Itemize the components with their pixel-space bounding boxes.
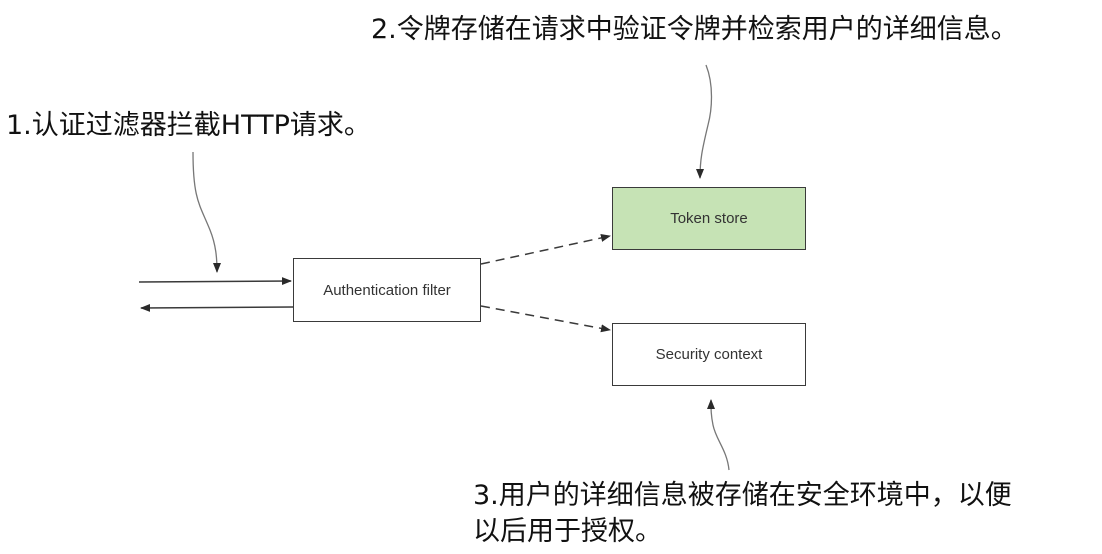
callout-3-pointer [707,399,730,471]
auth-to-token-store-arrow [480,234,611,265]
security-context-node: Security context [612,323,806,386]
callout-step-3-line-2: 以后用于授权。 [473,516,662,547]
token-store-node: Token store [612,187,806,250]
authentication-filter-node: Authentication filter [293,258,481,322]
authentication-filter-label: Authentication filter [323,281,451,299]
callout-2-pointer [696,64,713,179]
callout-step-1: 1.认证过滤器拦截HTTP请求。 [6,110,371,141]
callout-step-2: 2.令牌存储在请求中验证令牌并检索用户的详细信息。 [371,14,1018,45]
auth-to-security-context-arrow [480,305,611,333]
callout-step-3-line-1: 3.用户的详细信息被存储在安全环境中，以便 [473,480,1012,511]
security-context-label: Security context [655,346,763,363]
incoming-request-arrow [138,277,292,286]
callout-step-3: 3.用户的详细信息被存储在安全环境中，以便 以后用于授权。 [473,478,1012,550]
diagram-connectors [138,64,730,471]
callout-1-pointer [192,151,221,273]
token-store-label: Token store [670,210,748,227]
outgoing-response-arrow [140,303,294,312]
